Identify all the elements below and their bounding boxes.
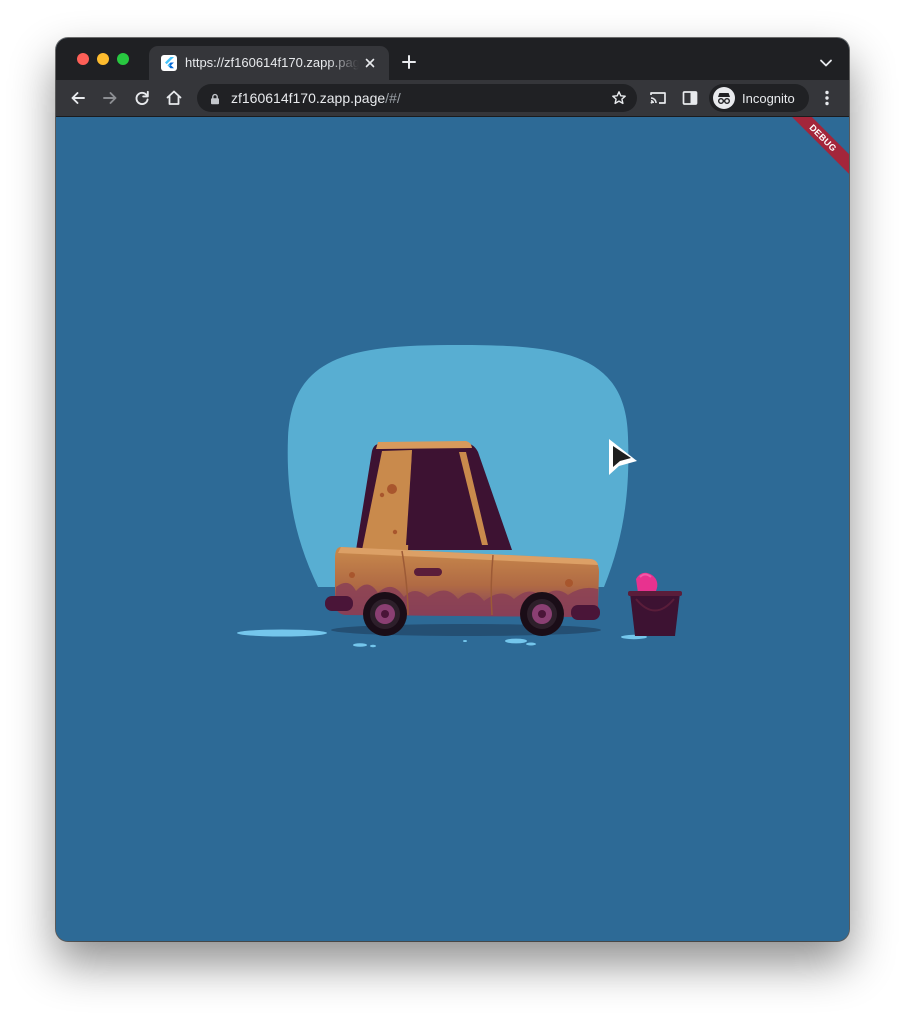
kebab-menu-icon[interactable] (817, 88, 837, 108)
star-icon[interactable] (611, 90, 627, 106)
tab-title: https://zf160614f170.zapp.page/#/ (185, 55, 359, 70)
address-bar[interactable]: zf160614f170.zapp.page/#/ (197, 84, 637, 112)
mouse-cursor-icon (607, 437, 641, 479)
car-rust-spot (349, 572, 355, 578)
bucket-with-sponge (628, 572, 682, 636)
car-rust-spot (379, 492, 385, 498)
window-minimize-button[interactable] (97, 53, 109, 65)
reload-icon[interactable] (132, 88, 152, 108)
car-cabin-top (376, 441, 472, 449)
car-front-bumper (571, 605, 600, 620)
close-icon[interactable] (362, 55, 378, 71)
browser-toolbar: zf160614f170.zapp.page/#/ Incognito (56, 80, 849, 117)
side-panel-icon[interactable] (680, 88, 700, 108)
incognito-profile-button[interactable]: Incognito (709, 84, 809, 112)
browser-tab[interactable]: https://zf160614f170.zapp.page/#/ (149, 46, 389, 80)
car-rust-spot (565, 579, 573, 587)
url-host: zf160614f170.zapp.page (231, 90, 386, 106)
arrow-right-icon[interactable] (100, 88, 120, 108)
car-door-handle (414, 568, 442, 576)
plus-icon[interactable] (401, 54, 417, 70)
puddle (353, 643, 367, 647)
puddle (505, 638, 527, 644)
app-viewport: DEBUG (56, 117, 849, 941)
arrow-left-icon[interactable] (68, 88, 88, 108)
browser-window: https://zf160614f170.zapp.page/#/ (56, 38, 849, 941)
puddle (463, 640, 467, 642)
puddle (237, 629, 327, 637)
window-close-button[interactable] (77, 53, 89, 65)
incognito-icon (713, 87, 735, 109)
chevron-down-icon[interactable] (818, 55, 834, 71)
car-rust-spot (387, 484, 397, 494)
car-rear-bumper (325, 596, 353, 611)
tab-strip: https://zf160614f170.zapp.page/#/ (56, 38, 849, 80)
puddle (526, 642, 536, 646)
url-text[interactable]: zf160614f170.zapp.page/#/ (231, 90, 401, 106)
lock-icon[interactable] (209, 92, 221, 105)
home-icon[interactable] (164, 88, 184, 108)
flutter-icon (161, 55, 177, 71)
url-path: /#/ (385, 90, 401, 106)
car-front-wheel (520, 592, 564, 636)
window-maximize-button[interactable] (117, 53, 129, 65)
car-rear-wheel (363, 592, 407, 636)
car-wash-illustration[interactable] (56, 117, 849, 941)
puddle (370, 644, 376, 648)
cast-icon[interactable] (648, 88, 668, 108)
incognito-label: Incognito (742, 91, 795, 106)
car-rust-spot (392, 529, 398, 535)
